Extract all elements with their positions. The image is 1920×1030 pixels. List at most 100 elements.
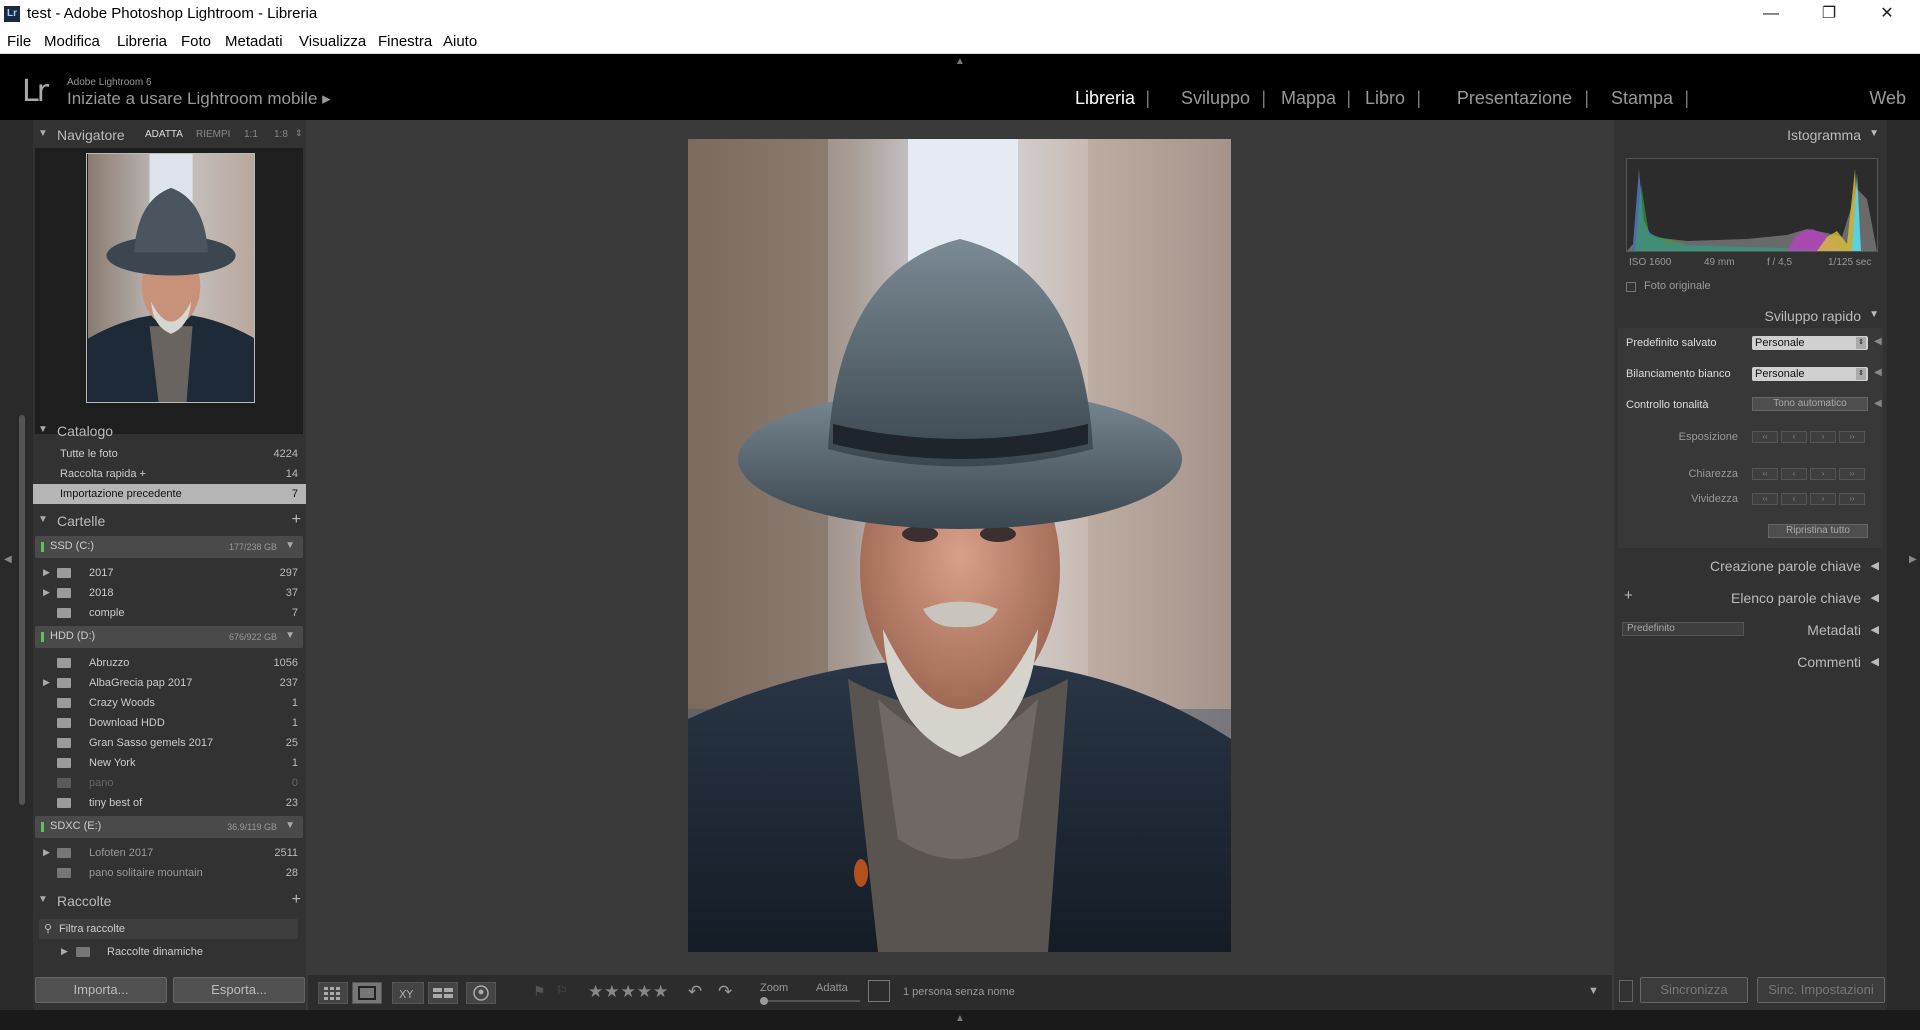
expand-triangle-icon[interactable]: ▶	[61, 946, 68, 957]
decrease-large-icon[interactable]: ‹‹	[1752, 431, 1778, 443]
volume-ssd[interactable]: SSD (C:) 177/238 GB ▼	[35, 536, 303, 558]
folder-item[interactable]: tiny best of 23	[33, 793, 306, 813]
auto-tone-button[interactable]: Tono automatico	[1752, 397, 1868, 411]
catalog-header[interactable]: ▼ Catalogo	[33, 418, 306, 444]
menu-visualizza[interactable]: Visualizza	[299, 33, 366, 50]
increase-large-icon[interactable]: ››	[1839, 468, 1865, 480]
rotate-right-icon[interactable]: ↷	[718, 982, 732, 1002]
folder-item[interactable]: New York 1	[33, 753, 306, 773]
loupe-view-button[interactable]	[352, 982, 382, 1004]
increase-icon[interactable]: ›	[1810, 493, 1836, 505]
left-panel-toggle-icon[interactable]: ◀	[4, 554, 12, 565]
top-panel-toggle-icon[interactable]: ▲	[955, 56, 965, 67]
decrease-icon[interactable]: ‹	[1781, 431, 1807, 443]
minimize-button[interactable]: —	[1742, 0, 1800, 28]
catalog-item-all-photos[interactable]: Tutte le foto 4224	[33, 444, 306, 464]
comments-header[interactable]: Commenti ◀	[1614, 648, 1887, 674]
zoom-slider-handle[interactable]	[760, 997, 768, 1005]
quick-develop-header[interactable]: Sviluppo rapido ▼	[1614, 303, 1887, 329]
export-button[interactable]: Esporta...	[173, 977, 305, 1003]
module-mappa[interactable]: Mappa	[1281, 88, 1336, 109]
add-collection-button[interactable]: +	[292, 891, 301, 909]
menu-aiuto[interactable]: Aiuto	[443, 33, 477, 50]
people-view-button[interactable]	[466, 982, 496, 1004]
restore-button[interactable]: ❐	[1800, 0, 1858, 28]
toolbar-menu-chevron-icon[interactable]: ▼	[1588, 985, 1599, 997]
main-photo[interactable]	[688, 139, 1231, 952]
expand-triangle-icon[interactable]: ▶	[43, 567, 50, 578]
zoom-1-1-option[interactable]: 1:1	[244, 129, 258, 140]
folder-item[interactable]: ▶ 2018 37	[33, 583, 306, 603]
mobile-link[interactable]: Iniziate a usare Lightroom mobile ▸	[67, 89, 331, 109]
sync-button[interactable]: Sincronizza	[1640, 977, 1748, 1003]
module-presentazione[interactable]: Presentazione	[1457, 88, 1572, 109]
increase-icon[interactable]: ›	[1810, 468, 1836, 480]
folder-item[interactable]: ▶ 2017 297	[33, 563, 306, 583]
zoom-fill-option[interactable]: RIEMPI	[196, 129, 230, 140]
exposure-stepper[interactable]: ‹‹ ‹ › ››	[1752, 431, 1868, 443]
face-region-icon[interactable]	[868, 980, 890, 1002]
folder-item[interactable]: ▶ Lofoten 2017 2511	[33, 843, 306, 863]
rotate-left-icon[interactable]: ↶	[688, 982, 702, 1002]
folder-item[interactable]: Gran Sasso gemels 2017 25	[33, 733, 306, 753]
decrease-large-icon[interactable]: ‹‹	[1752, 493, 1778, 505]
increase-large-icon[interactable]: ››	[1839, 431, 1865, 443]
zoom-stepper-icon[interactable]: ⇕	[295, 128, 303, 139]
folders-header[interactable]: ▼ Cartelle +	[33, 508, 306, 534]
folder-item[interactable]: comple 7	[33, 603, 306, 623]
decrease-icon[interactable]: ‹	[1781, 493, 1807, 505]
navigator-header[interactable]: ▼ Navigatore ADATTA RIEMPI 1:1 1:8 ⇕	[33, 122, 306, 148]
reject-flag-icon[interactable]: ⚐	[556, 983, 568, 999]
white-balance-dropdown[interactable]: Personale ⇕	[1752, 367, 1868, 381]
expand-left-icon[interactable]: ◀	[1874, 336, 1882, 347]
clarity-stepper[interactable]: ‹‹ ‹ › ››	[1752, 468, 1868, 480]
decrease-icon[interactable]: ‹	[1781, 468, 1807, 480]
folder-item[interactable]: pano solitaire mountain 28	[33, 863, 306, 883]
catalog-item-quick-collection[interactable]: Raccolta rapida + 14	[33, 464, 306, 484]
decrease-large-icon[interactable]: ‹‹	[1752, 468, 1778, 480]
expand-triangle-icon[interactable]: ▶	[43, 847, 50, 858]
add-folder-button[interactable]: +	[292, 511, 301, 529]
folder-item[interactable]: Crazy Woods 1	[33, 693, 306, 713]
keywording-header[interactable]: Creazione parole chiave ◀	[1614, 552, 1887, 578]
import-button[interactable]: Importa...	[35, 977, 167, 1003]
catalog-item-previous-import[interactable]: Importazione precedente 7	[33, 484, 306, 504]
expand-left-icon[interactable]: ◀	[1874, 398, 1882, 409]
keyword-list-header[interactable]: + Elenco parole chiave ◀	[1614, 584, 1887, 610]
menu-finestra[interactable]: Finestra	[378, 33, 432, 50]
sync-settings-button[interactable]: Sinc. Impostazioni	[1757, 977, 1885, 1003]
zoom-fit-option[interactable]: ADATTA	[145, 129, 183, 140]
folder-item[interactable]: Download HDD 1	[33, 713, 306, 733]
navigator-thumbnail[interactable]	[86, 153, 255, 403]
module-sviluppo[interactable]: Sviluppo	[1181, 88, 1250, 109]
expand-left-icon[interactable]: ◀	[1874, 367, 1882, 378]
saved-preset-dropdown[interactable]: Personale ⇕	[1752, 336, 1868, 350]
module-libreria[interactable]: Libreria	[1075, 88, 1135, 109]
folder-item[interactable]: ▶ AlbaGrecia pap 2017 237	[33, 673, 306, 693]
grid-view-button[interactable]	[318, 982, 348, 1004]
add-keyword-button[interactable]: +	[1624, 587, 1633, 604]
menu-libreria[interactable]: Libreria	[117, 33, 167, 50]
sync-toggle-switch[interactable]	[1619, 980, 1633, 1002]
reset-all-button[interactable]: Ripristina tutto	[1768, 524, 1868, 538]
bottom-panel-toggle-icon[interactable]: ▲	[955, 1013, 965, 1024]
histogram-chart[interactable]	[1626, 158, 1878, 252]
compare-view-button[interactable]: XY	[392, 982, 424, 1004]
module-stampa[interactable]: Stampa	[1611, 88, 1673, 109]
histogram-header[interactable]: Istogramma ▼	[1614, 122, 1887, 148]
menu-metadati[interactable]: Metadati	[225, 33, 283, 50]
expand-triangle-icon[interactable]: ▶	[43, 587, 50, 598]
module-libro[interactable]: Libro	[1365, 88, 1405, 109]
module-web[interactable]: Web	[1869, 88, 1906, 109]
star-rating[interactable]: ★★★★★	[588, 982, 669, 1002]
left-scrollbar[interactable]	[19, 415, 25, 805]
right-panel-toggle-icon[interactable]: ▶	[1909, 554, 1917, 565]
close-button[interactable]: ✕	[1858, 0, 1916, 28]
smart-collections-item[interactable]: ▶ Raccolte dinamiche	[33, 942, 306, 962]
menu-file[interactable]: File	[7, 33, 31, 50]
flag-icon[interactable]: ⚑	[533, 983, 546, 1000]
vibrance-stepper[interactable]: ‹‹ ‹ › ››	[1752, 493, 1868, 505]
increase-large-icon[interactable]: ››	[1839, 493, 1865, 505]
increase-icon[interactable]: ›	[1810, 431, 1836, 443]
menu-modifica[interactable]: Modifica	[44, 33, 100, 50]
